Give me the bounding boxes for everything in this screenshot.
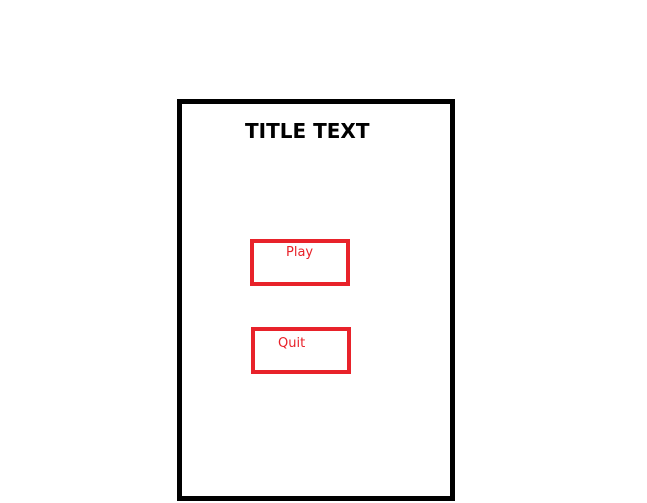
game-title: TITLE TEXT xyxy=(245,119,370,143)
play-button-label: Play xyxy=(286,245,314,260)
quit-button[interactable]: Quit xyxy=(251,327,351,374)
menu-frame xyxy=(177,99,455,501)
play-button[interactable]: Play xyxy=(250,239,350,286)
quit-button-label: Quit xyxy=(278,336,306,351)
